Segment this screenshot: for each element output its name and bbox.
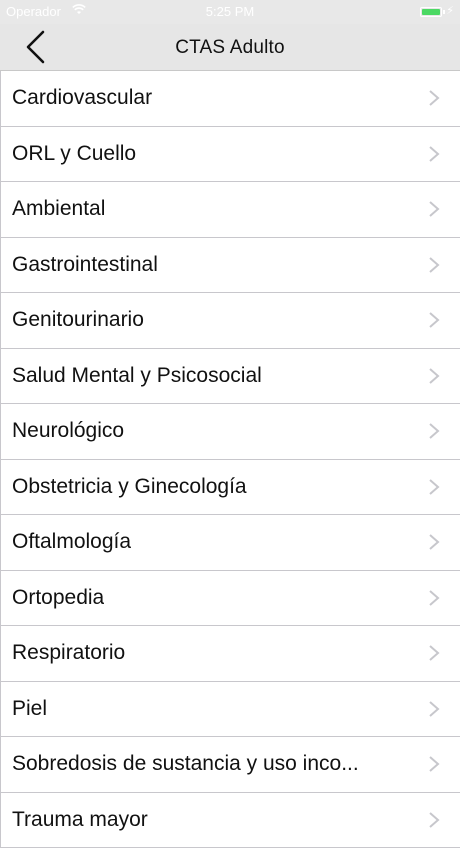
chevron-right-icon <box>428 533 440 551</box>
chevron-right-icon <box>428 311 440 329</box>
list-item-label: Respiratorio <box>12 641 125 665</box>
chevron-right-icon <box>428 145 440 163</box>
chevron-right-icon <box>428 644 440 662</box>
list-item-genitourinario[interactable]: Genitourinario <box>0 293 460 349</box>
chevron-right-icon <box>428 200 440 218</box>
list-item-cardiovascular[interactable]: Cardiovascular <box>0 71 460 127</box>
page-title: CTAS Adulto <box>0 37 460 59</box>
status-time: 5:25 PM <box>0 4 460 19</box>
category-list: Cardiovascular ORL y Cuello Ambiental Ga… <box>0 71 460 848</box>
list-item-orl-cuello[interactable]: ORL y Cuello <box>0 127 460 183</box>
battery-tip <box>443 10 445 14</box>
chevron-right-icon <box>428 89 440 107</box>
list-item-ambiental[interactable]: Ambiental <box>0 182 460 238</box>
chevron-right-icon <box>428 422 440 440</box>
list-item-label: Ortopedia <box>12 586 104 610</box>
list-item-label: Sobredosis de sustancia y uso inco... <box>12 752 359 776</box>
charging-icon: ⚡ <box>446 4 454 17</box>
list-item-label: Gastrointestinal <box>12 253 158 277</box>
chevron-right-icon <box>428 256 440 274</box>
list-item-obstetricia[interactable]: Obstetricia y Ginecología <box>0 460 460 516</box>
list-item-label: ORL y Cuello <box>12 142 136 166</box>
list-item-ortopedia[interactable]: Ortopedia <box>0 571 460 627</box>
chevron-right-icon <box>428 367 440 385</box>
list-item-label: Neurológico <box>12 419 124 443</box>
battery-icon <box>420 7 442 17</box>
list-item-gastrointestinal[interactable]: Gastrointestinal <box>0 238 460 294</box>
list-item-label: Piel <box>12 697 47 721</box>
list-item-neurologico[interactable]: Neurológico <box>0 404 460 460</box>
list-item-piel[interactable]: Piel <box>0 682 460 738</box>
chevron-right-icon <box>428 589 440 607</box>
list-item-label: Obstetricia y Ginecología <box>12 475 247 499</box>
chevron-right-icon <box>428 811 440 829</box>
list-item-oftalmologia[interactable]: Oftalmología <box>0 515 460 571</box>
list-item-label: Oftalmología <box>12 530 131 554</box>
list-item-label: Ambiental <box>12 197 105 221</box>
list-item-salud-mental[interactable]: Salud Mental y Psicosocial <box>0 349 460 405</box>
list-item-label: Salud Mental y Psicosocial <box>12 364 262 388</box>
chevron-right-icon <box>428 700 440 718</box>
list-item-label: Cardiovascular <box>12 86 152 110</box>
chevron-right-icon <box>428 755 440 773</box>
list-item-label: Trauma mayor <box>12 808 148 832</box>
list-item-respiratorio[interactable]: Respiratorio <box>0 626 460 682</box>
status-bar: Operador 5:25 PM ⚡ <box>0 0 460 24</box>
list-item-label: Genitourinario <box>12 308 144 332</box>
chevron-right-icon <box>428 478 440 496</box>
list-item-trauma-mayor[interactable]: Trauma mayor <box>0 793 460 848</box>
navigation-bar: CTAS Adulto <box>0 24 460 71</box>
list-item-sobredosis[interactable]: Sobredosis de sustancia y uso inco... <box>0 737 460 793</box>
